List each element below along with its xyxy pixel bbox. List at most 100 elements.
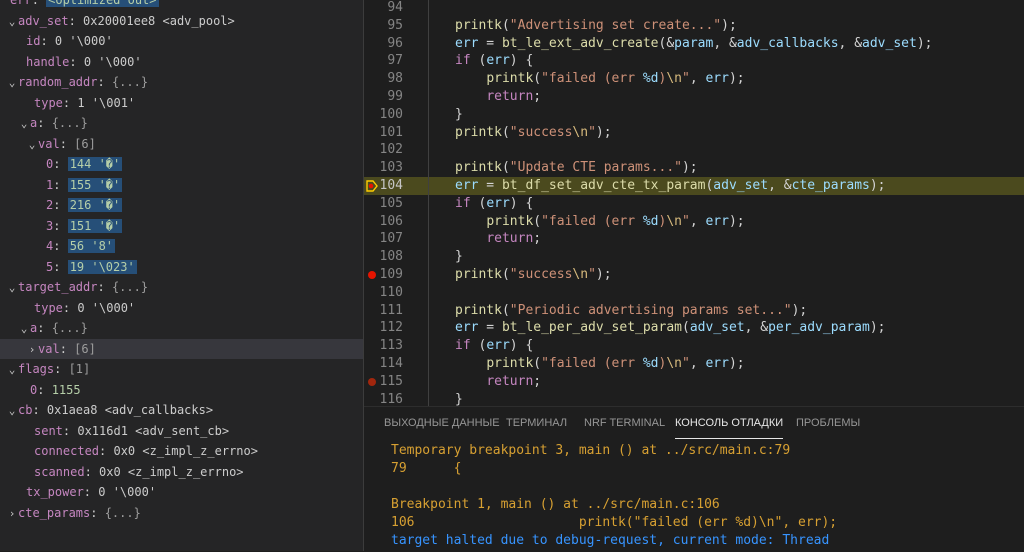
chevron-right-icon[interactable]: › (6, 504, 18, 523)
variable-row[interactable]: connected: 0x0 <z_impl_z_errno> (0, 441, 363, 461)
chevron-down-icon[interactable]: ⌄ (18, 114, 30, 133)
code-token: = (478, 320, 502, 336)
variable-colon: : (68, 13, 84, 28)
line-number: 106 (379, 213, 403, 229)
code-text: printk("Periodic advertising params set.… (455, 302, 807, 320)
code-line[interactable]: 109 printk("success\n"); (364, 266, 1024, 284)
code-line[interactable]: 96 err = bt_le_ext_adv_create(&param, &ad… (364, 34, 1024, 53)
variable-row[interactable]: 0: 1155 (0, 380, 363, 400)
code-text: printk("failed (err %d)\n", err); (455, 70, 745, 88)
code-line[interactable]: 97 if (err) { (364, 52, 1024, 71)
variable-row[interactable]: ⌄ target_addr: {...} (0, 277, 363, 297)
code-token: "Periodic advertising params set..." (509, 302, 792, 318)
chevron-right-icon[interactable]: › (26, 340, 38, 359)
indent-guide (428, 355, 429, 373)
variable-row[interactable]: scanned: 0x0 <z_impl_z_errno> (0, 462, 363, 482)
code-token: %d (642, 356, 659, 371)
code-line[interactable]: 110 (364, 283, 1024, 302)
code-token: ( (470, 338, 487, 354)
variable-name: err (10, 0, 32, 7)
code-line[interactable]: 116} (364, 390, 1024, 406)
code-token: ) { (509, 195, 534, 211)
variable-row[interactable]: err: <optimized out> (0, 0, 363, 10)
code-text: if (err) { (455, 195, 533, 213)
panel-tab[interactable]: ПРОБЛЕМЫ (796, 407, 860, 439)
bottom-panel: ВЫХОДНЫЕ ДАННЫЕ ТЕРМИНАЛ NRF TERMINAL КОНСО… (364, 406, 1024, 552)
variable-row[interactable]: 0: 144 '�' (0, 154, 363, 174)
debug-console-output[interactable]: Temporary breakpoint 3, main () at ../sr… (391, 442, 837, 550)
indent-guide (428, 159, 429, 178)
variable-row[interactable]: 4: 56 '8' (0, 236, 363, 256)
variable-row[interactable]: handle: 0 '\000' (0, 52, 363, 72)
panel-tab[interactable]: ВЫХОДНЫЕ ДАННЫЕ (384, 407, 500, 439)
variable-colon: : (69, 54, 84, 69)
variable-row[interactable]: 2: 216 '�' (0, 195, 363, 215)
variable-row[interactable]: sent: 0x116d1 <adv_sent_cb> (0, 421, 363, 441)
code-line[interactable]: 102 (364, 141, 1024, 160)
code-token: bt_df_set_adv_cte_tx_param (501, 178, 706, 193)
variable-row[interactable]: › val: [6] (0, 338, 363, 359)
code-token: printk (455, 17, 502, 33)
chevron-down-icon[interactable]: ⌄ (6, 401, 18, 420)
code-line[interactable]: 94 (364, 0, 1024, 17)
chevron-down-icon[interactable]: ⌄ (18, 319, 30, 338)
code-line[interactable]: 103 printk("Update CTE params..."); (364, 159, 1024, 178)
variable-row[interactable]: id: 0 '\000' (0, 31, 363, 51)
code-token: ); (728, 356, 745, 371)
chevron-down-icon[interactable]: ⌄ (6, 278, 18, 297)
code-line[interactable]: 105 if (err) { (364, 194, 1024, 213)
variable-row[interactable]: tx_power: 0 '\000' (0, 482, 363, 502)
variable-row[interactable]: type: 0 '\000' (0, 298, 363, 318)
code-line[interactable]: 112 err = bt_le_per_adv_set_param(adv_set… (364, 319, 1024, 338)
variable-row[interactable]: › cte_params: {...} (0, 503, 363, 523)
indent-guide (428, 34, 429, 53)
variable-name: cte_params (18, 505, 91, 520)
code-line[interactable]: 114 printk("failed (err %d)\n", err); (364, 355, 1024, 373)
panel-tab[interactable]: КОНСОЛЬ ОТЛАДКИ (675, 407, 784, 439)
variable-row[interactable]: ⌄ adv_set: 0x20001ee8 <adv_pool> (0, 11, 363, 31)
code-line[interactable]: 104 err = bt_df_set_adv_cte_tx_param(adv_… (364, 177, 1024, 195)
code-line[interactable]: 101 printk("success\n"); (364, 123, 1024, 142)
code-line[interactable]: 111 printk("Periodic advertising params s… (364, 301, 1024, 320)
variable-row[interactable]: 3: 151 '�' (0, 216, 363, 236)
indent-guide (428, 0, 429, 17)
code-line[interactable]: 108} (364, 248, 1024, 267)
code-token: ( (681, 320, 690, 336)
chevron-down-icon[interactable]: ⌄ (26, 135, 38, 154)
code-line[interactable]: 113 if (err) { (364, 337, 1024, 356)
variable-colon: : (53, 239, 68, 253)
variable-row[interactable]: type: 1 '\001' (0, 93, 363, 113)
code-editor[interactable]: 94 95 printk("Advertising set create...");… (364, 0, 1024, 406)
variable-name: random_addr (18, 75, 98, 89)
code-token: , (689, 213, 706, 229)
code-token: "success (509, 267, 573, 282)
code-token: ); (728, 71, 745, 87)
panel-tab[interactable]: ТЕРМИНАЛ (506, 407, 567, 439)
chevron-down-icon[interactable]: ⌄ (6, 360, 18, 379)
line-number: 97 (387, 53, 403, 69)
code-text: if (err) { (455, 337, 533, 355)
variable-row[interactable]: ⌄ a: {...} (0, 318, 363, 338)
code-line[interactable]: 106 printk("failed (err %d)\n", err); (364, 212, 1024, 231)
code-line[interactable]: 115 return; (364, 372, 1024, 391)
code-line[interactable]: 107 return; (364, 230, 1024, 249)
variable-row[interactable]: ⌄ a: {...} (0, 113, 363, 133)
variable-row[interactable]: ⌄ cb: 0x1aea8 <adv_callbacks> (0, 400, 363, 420)
code-token: ) { (509, 53, 534, 69)
chevron-down-icon[interactable]: ⌄ (6, 73, 18, 92)
code-line[interactable]: 99 return; (364, 88, 1024, 106)
variable-row[interactable]: 1: 155 '�' (0, 175, 363, 195)
variable-row[interactable]: 5: 19 '\023' (0, 257, 363, 277)
panel-tab[interactable]: NRF TERMINAL (584, 407, 665, 439)
variable-row[interactable]: ⌄ random_addr: {...} (0, 72, 363, 92)
variable-row[interactable]: ⌄ val: [6] (0, 134, 363, 154)
chevron-down-icon[interactable]: ⌄ (6, 12, 18, 31)
variable-value: [6] (74, 341, 96, 356)
code-line[interactable]: 95 printk("Advertising set create..."); (364, 16, 1024, 35)
variable-name: type (34, 95, 63, 110)
code-line[interactable]: 100} (364, 105, 1024, 124)
code-token: , & (744, 320, 769, 336)
code-line[interactable]: 98 printk("failed (err %d)\n", err); (364, 70, 1024, 89)
variable-row[interactable]: ⌄ flags: [1] (0, 359, 363, 379)
